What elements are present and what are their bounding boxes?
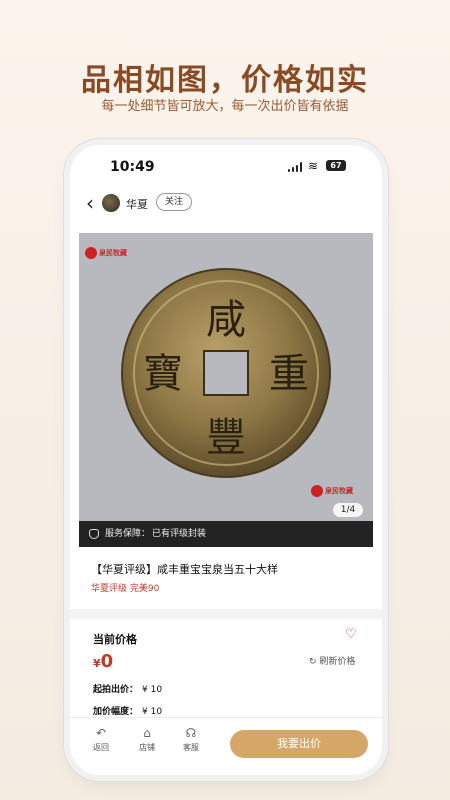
item-title: 【华夏评级】咸丰重宝宝泉当五十大样 <box>91 563 278 576</box>
shield-icon <box>89 528 99 539</box>
service-value: 已有评级封装 <box>152 529 207 539</box>
store-icon: ⌂ <box>143 726 151 740</box>
promo-subline: 每一处细节皆可放大，每一次出价皆有依据 <box>101 99 349 114</box>
shop-name[interactable]: 华夏 <box>126 196 148 212</box>
price-card: 当前价格 ♡ ¥0 ↻ 刷新价格 起拍出价： ¥ 10 加价幅度： ¥ 10 <box>79 619 373 729</box>
promo-headline: 品相如图，价格如实 <box>81 63 369 98</box>
start-price-row: 起拍出价： ¥ 10 <box>93 685 163 695</box>
item-grade: 华夏评级 完美90 <box>91 584 160 594</box>
service-label: 服务保障： <box>105 529 151 539</box>
status-time: 10:49 <box>110 159 155 175</box>
coin-image: 咸 重 豐 寶 <box>121 268 331 478</box>
battery-icon: 67 <box>326 160 346 171</box>
refresh-icon: ↻ <box>309 657 320 667</box>
tab-customer-service[interactable]: ☊ 客服 <box>176 726 206 753</box>
watermark-logo: 泉民牧藏 <box>85 247 127 259</box>
coin-char-right: 重 <box>269 351 309 397</box>
signal-icon <box>288 162 302 172</box>
coin-char-top: 咸 <box>206 297 246 343</box>
heart-icon[interactable]: ♡ <box>345 627 357 642</box>
watermark-logo: 泉民牧藏 <box>311 485 353 497</box>
service-guarantee-bar: 服务保障： 已有评级封装 <box>79 521 373 547</box>
current-price: ¥0 <box>93 651 114 672</box>
increment-row: 加价幅度： ¥ 10 <box>93 707 163 717</box>
nav-bar: ‹ 华夏 关注 <box>70 187 382 223</box>
refresh-price-button[interactable]: ↻ 刷新价格 <box>309 654 355 667</box>
back-icon[interactable]: ‹ <box>86 193 94 213</box>
place-bid-button[interactable]: 我要出价 <box>230 730 368 758</box>
wifi-icon: ≋ <box>308 159 319 173</box>
phone-frame: 10:49 ≋ 67 ‹ 华夏 关注 咸 重 豐 寶 泉民牧藏 泉民牧藏 1/4… <box>70 145 382 775</box>
tab-shop[interactable]: ⌂ 店铺 <box>132 726 162 753</box>
image-counter: 1/4 <box>333 503 363 517</box>
section-divider <box>70 609 382 619</box>
coin-char-bottom: 豐 <box>206 415 246 461</box>
tab-back[interactable]: ↶ 返回 <box>86 726 116 753</box>
bottom-action-bar: ↶ 返回 ⌂ 店铺 ☊ 客服 我要出价 <box>70 717 382 775</box>
coin-char-left: 寶 <box>143 351 183 397</box>
status-bar: 10:49 ≋ 67 <box>70 145 382 187</box>
headset-icon: ☊ <box>185 726 197 740</box>
current-price-label: 当前价格 <box>93 633 137 646</box>
item-title-card: 【华夏评级】咸丰重宝宝泉当五十大样 华夏评级 完美90 <box>79 547 373 609</box>
product-image-gallery[interactable]: 咸 重 豐 寶 泉民牧藏 泉民牧藏 1/4 <box>79 233 373 521</box>
shop-avatar[interactable] <box>102 194 120 212</box>
follow-button[interactable]: 关注 <box>156 193 192 211</box>
return-icon: ↶ <box>95 726 107 740</box>
